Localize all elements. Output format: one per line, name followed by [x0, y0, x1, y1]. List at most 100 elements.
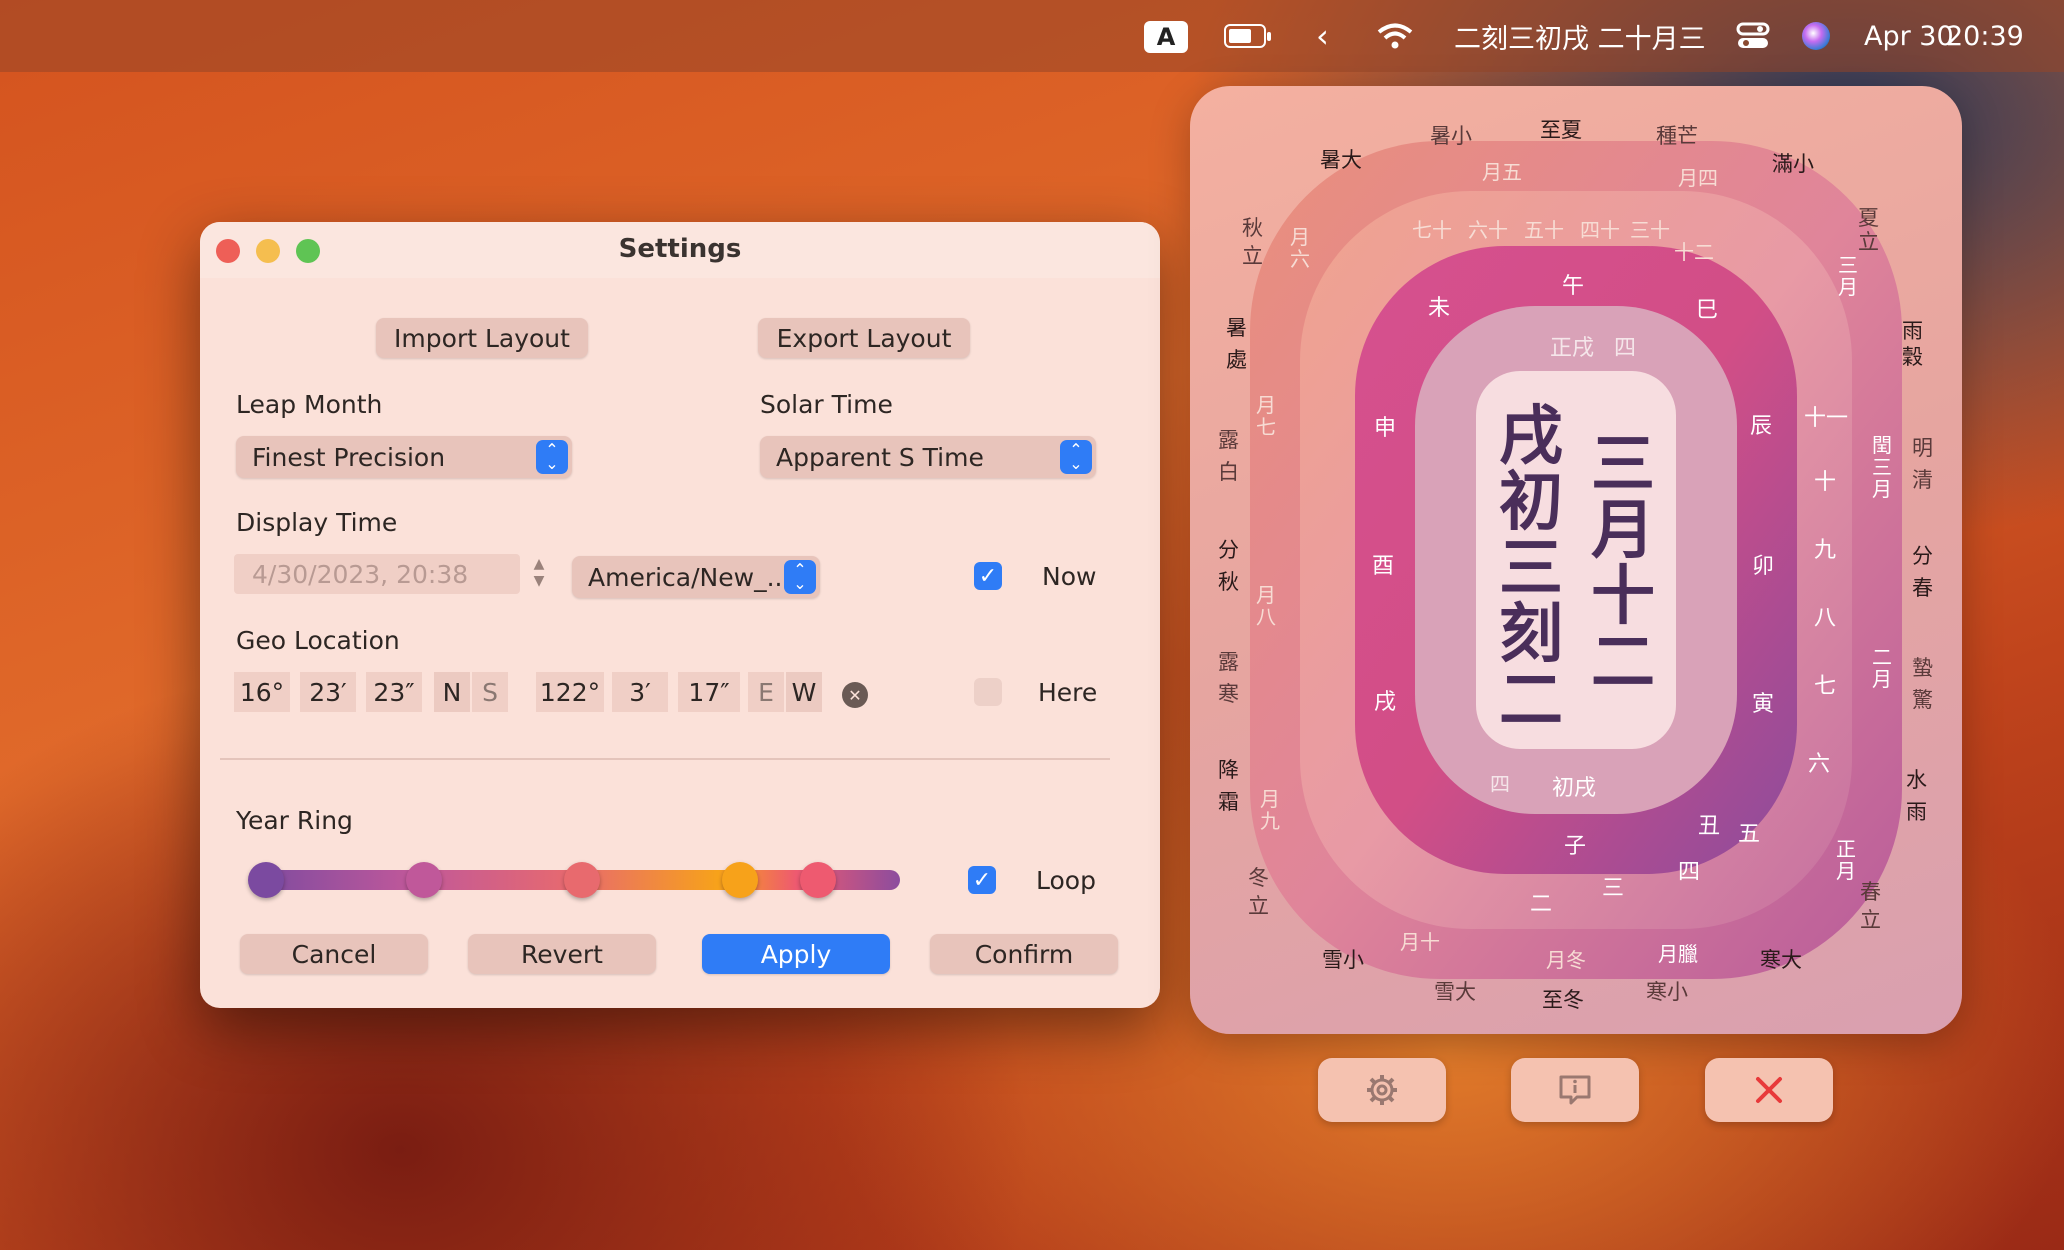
solar-term-label: 暑小: [1430, 124, 1472, 148]
cancel-button[interactable]: Cancel: [240, 934, 428, 974]
timezone-value: America/New_...: [588, 562, 791, 592]
day-label: 四: [1678, 860, 1701, 885]
hour-label: 申: [1374, 416, 1397, 441]
north-toggle[interactable]: N: [434, 672, 470, 712]
hour-label: 酉: [1372, 554, 1395, 579]
longitude-degrees-field[interactable]: 122°: [536, 672, 604, 712]
slider-knob[interactable]: [248, 862, 284, 898]
solar-term-label: 雪大: [1434, 980, 1476, 1004]
solar-term-label: 至冬: [1542, 988, 1584, 1012]
menu-bar: A ‹ 二刻三初戌 二十月三 Apr 30 20:39: [0, 0, 2064, 72]
day-label: 七十: [1412, 218, 1452, 242]
settings-button[interactable]: [1318, 1058, 1446, 1122]
close-icon: [1756, 1077, 1782, 1103]
solar-term-label: 蟄驚: [1912, 656, 1933, 712]
leap-month-label: Leap Month: [236, 390, 383, 419]
west-toggle[interactable]: W: [786, 672, 822, 712]
solar-term-label: 暑處: [1226, 316, 1247, 372]
solar-term-label: 暑大: [1320, 148, 1362, 172]
month-label: 月八: [1256, 583, 1276, 629]
close-widget-button[interactable]: [1705, 1058, 1833, 1122]
solar-term-label: 秋立: [1242, 216, 1263, 268]
latitude-minutes-field[interactable]: 23′: [300, 672, 356, 712]
info-button[interactable]: [1511, 1058, 1639, 1122]
month-label: 月臘: [1658, 942, 1698, 966]
month-label: 二月: [1872, 645, 1892, 691]
solar-term-label: 明清: [1912, 436, 1933, 492]
day-label: 五: [1738, 822, 1761, 847]
chinese-time-menu[interactable]: 二刻三初戌 二十月三: [1454, 0, 1706, 72]
month-label: 正月: [1836, 837, 1856, 883]
hour-label: 午: [1562, 274, 1585, 299]
import-layout-button[interactable]: Import Layout: [376, 318, 588, 358]
inner-top-label: 正戌: [1550, 336, 1595, 361]
day-label: 十二: [1674, 240, 1714, 264]
chevron-left-icon[interactable]: ‹: [1316, 0, 1329, 72]
south-toggle[interactable]: S: [472, 672, 508, 712]
loop-checkbox[interactable]: ✓: [968, 866, 996, 894]
wifi-icon[interactable]: [1376, 0, 1414, 72]
here-label: Here: [1038, 678, 1098, 707]
day-label: 八: [1814, 606, 1837, 631]
latitude-degrees-field[interactable]: 16°: [234, 672, 290, 712]
month-label: 三月: [1838, 253, 1858, 299]
revert-button[interactable]: Revert: [468, 934, 656, 974]
leap-month-value: Finest Precision: [252, 442, 446, 472]
slider-knob[interactable]: [564, 862, 600, 898]
input-source-icon[interactable]: A: [1144, 21, 1188, 53]
timezone-select[interactable]: America/New_... ⌃ ⌄: [572, 556, 820, 598]
export-layout-button[interactable]: Export Layout: [758, 318, 970, 358]
slider-knob[interactable]: [406, 862, 442, 898]
month-label: 月四: [1678, 166, 1718, 190]
solar-term-label: 雪小: [1322, 948, 1364, 972]
leap-month-select[interactable]: Finest Precision ⌃ ⌄: [236, 436, 572, 478]
select-arrows-icon: ⌃ ⌄: [1060, 440, 1092, 474]
latitude-seconds-field[interactable]: 23″: [366, 672, 422, 712]
here-checkbox[interactable]: [974, 678, 1002, 706]
solar-term-label: 寒小: [1646, 980, 1688, 1004]
solar-term-label: 夏立: [1858, 206, 1879, 254]
month-label: 月九: [1260, 787, 1280, 833]
solar-time-select[interactable]: Apparent S Time ⌃ ⌄: [760, 436, 1096, 478]
inner-bottom-label: 初戌: [1552, 776, 1597, 801]
confirm-button[interactable]: Confirm: [930, 934, 1118, 974]
window-title: Settings: [618, 234, 742, 264]
solar-term-label: 雨穀: [1902, 319, 1923, 369]
longitude-minutes-field[interactable]: 3′: [612, 672, 668, 712]
day-label: 七: [1814, 674, 1837, 699]
center-time-text: 戌初三刻二: [1499, 400, 1563, 738]
solar-term-label: 露寒: [1218, 650, 1239, 706]
solar-term-label: 冬立: [1248, 866, 1269, 918]
control-center-icon[interactable]: [1736, 0, 1770, 72]
geo-location-label: Geo Location: [236, 626, 400, 655]
solar-term-label: 寒大: [1760, 948, 1802, 972]
menubar-date[interactable]: Apr 30: [1864, 0, 1954, 72]
solar-time-label: Solar Time: [760, 390, 893, 419]
longitude-seconds-field[interactable]: 17″: [678, 672, 740, 712]
display-time-field[interactable]: 4/30/2023, 20:38: [234, 554, 520, 594]
hour-label: 巳: [1696, 298, 1719, 323]
clear-location-icon[interactable]: ✕: [842, 682, 868, 708]
chinese-time-clock-widget: 戌初三刻二 三月十二 正戌 四 初戌 四 午 巳 辰 卯 寅 丑 子 戌 酉 申…: [1190, 86, 1962, 1034]
siri-icon[interactable]: [1802, 0, 1830, 72]
display-time-label: Display Time: [236, 508, 398, 537]
now-checkbox[interactable]: ✓: [974, 562, 1002, 590]
menubar-time[interactable]: 20:39: [1946, 0, 2024, 72]
hour-label: 辰: [1750, 414, 1773, 439]
title-bar: Settings: [200, 222, 1160, 278]
east-toggle[interactable]: E: [748, 672, 784, 712]
slider-knob[interactable]: [800, 862, 836, 898]
now-label: Now: [1042, 562, 1097, 591]
apply-button[interactable]: Apply: [702, 934, 890, 974]
select-arrows-icon: ⌃ ⌄: [536, 440, 568, 474]
select-arrows-icon: ⌃ ⌄: [784, 560, 816, 594]
slider-knob[interactable]: [722, 862, 758, 898]
day-label: 五十: [1524, 218, 1564, 242]
time-stepper[interactable]: ▲ ▼: [528, 556, 550, 594]
day-label: 十一: [1804, 406, 1849, 431]
solar-term-label: 種芒: [1656, 124, 1698, 148]
center-date-text: 三月十二: [1591, 428, 1655, 700]
battery-icon[interactable]: [1224, 0, 1276, 72]
day-label: 三: [1602, 876, 1625, 901]
hour-label: 寅: [1752, 692, 1775, 717]
